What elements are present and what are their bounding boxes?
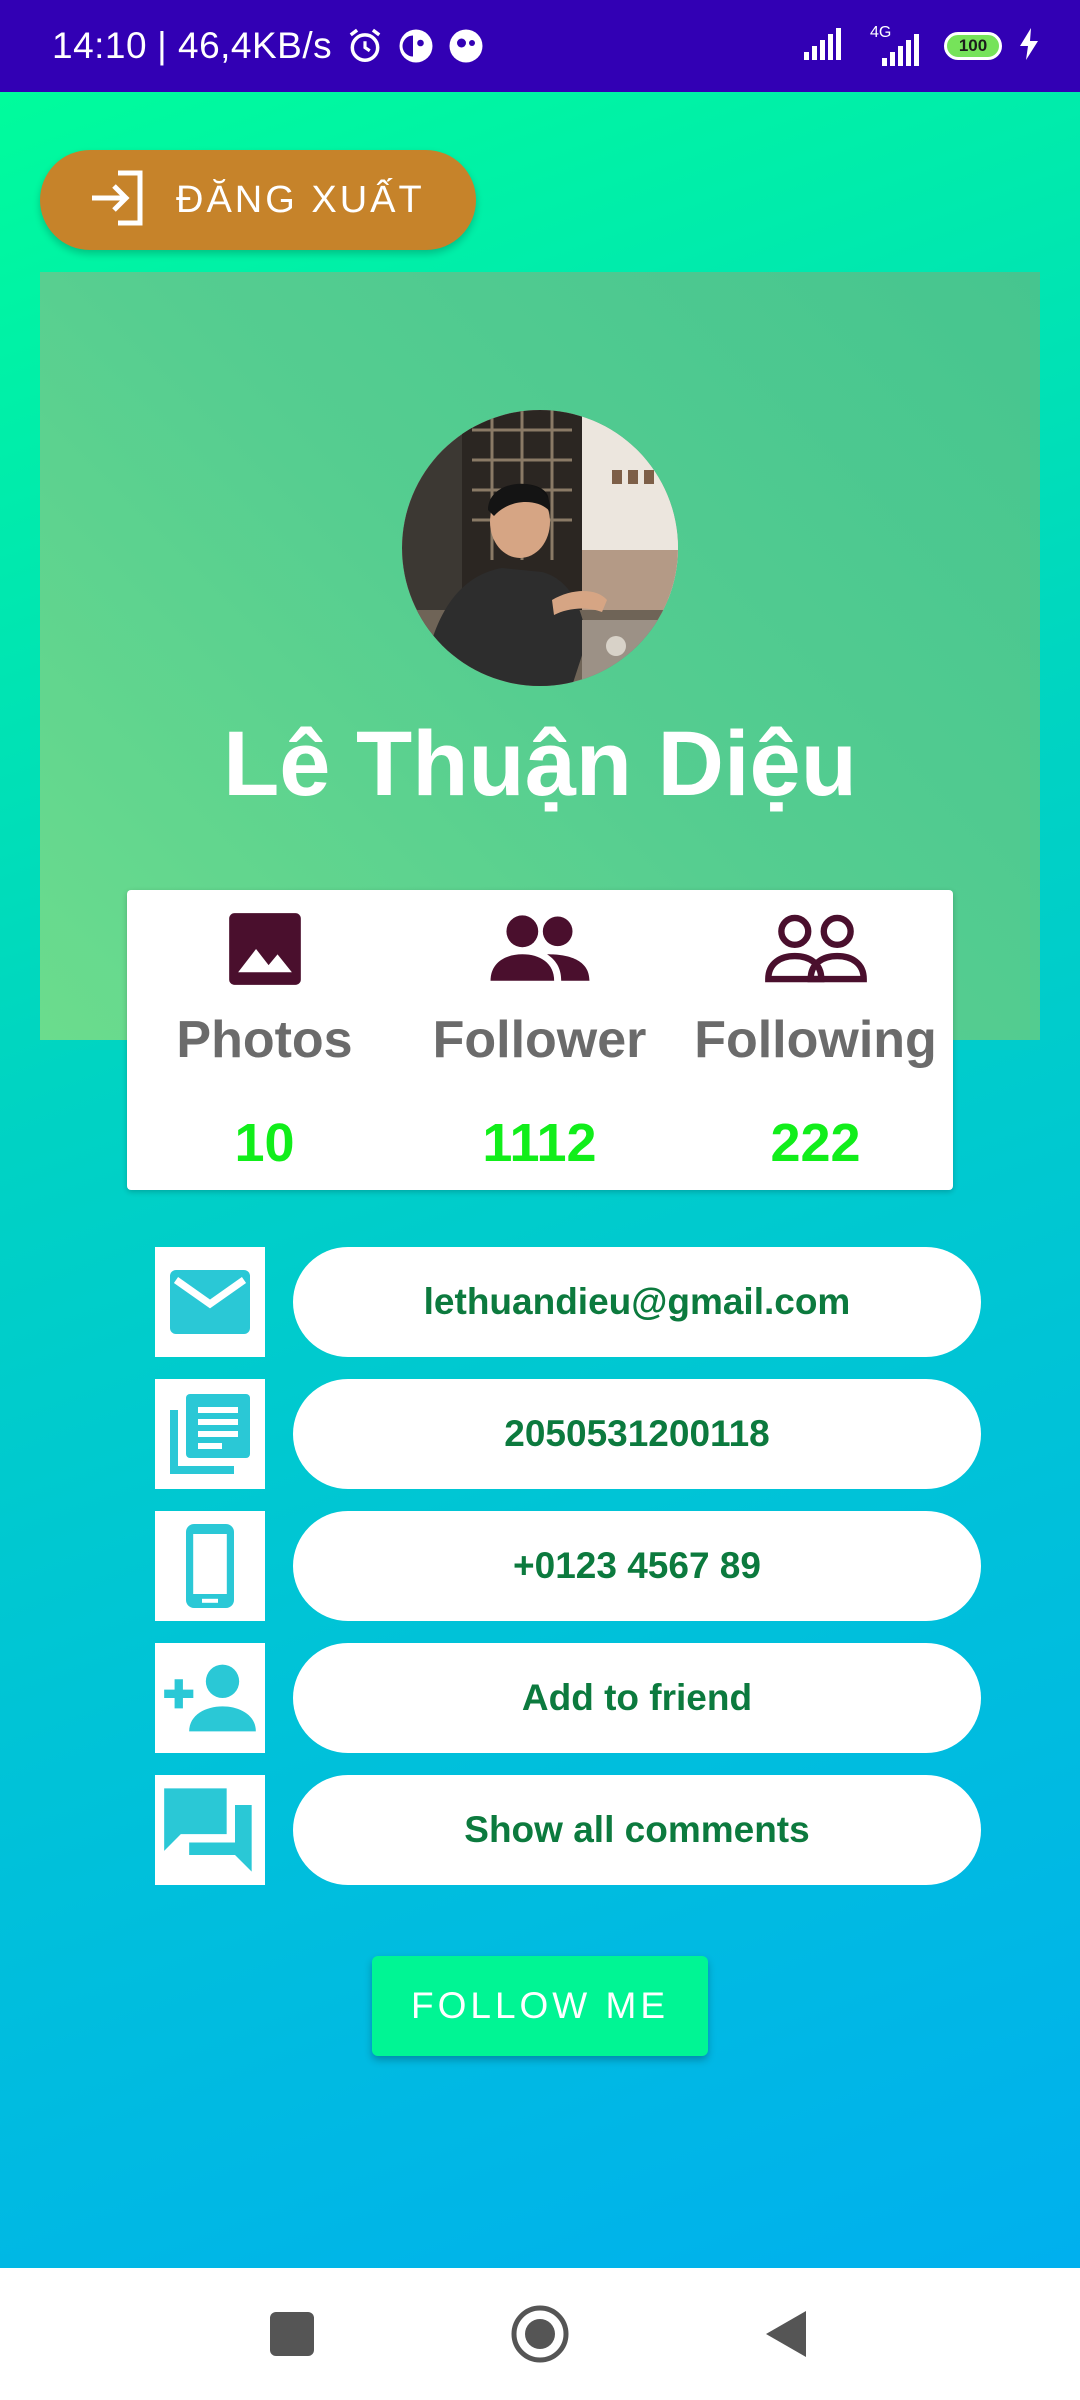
logout-button[interactable]: ĐĂNG XUẤT — [40, 150, 476, 250]
stat-value: 222 — [770, 1113, 861, 1173]
stat-following[interactable]: Following 222 — [678, 890, 953, 1190]
charging-icon — [1018, 27, 1040, 65]
stat-label: Photos — [176, 1011, 353, 1069]
alarm-icon — [346, 27, 384, 65]
network-speed: | 46,4KB/s — [157, 25, 333, 66]
navigation-bar — [0, 2268, 1080, 2400]
phone-field[interactable]: +0123 4567 89 — [293, 1511, 981, 1621]
clock: 14:10 — [52, 25, 148, 66]
app-notification-icon — [448, 28, 484, 64]
mail-icon — [155, 1247, 265, 1357]
forum-icon — [155, 1775, 265, 1885]
stat-photos[interactable]: Photos 10 — [127, 890, 402, 1190]
info-row-email: lethuandieu@gmail.com — [155, 1247, 981, 1357]
signal-4g-icon: 4G — [868, 24, 928, 68]
stats-card: Photos 10 Follower 1112 Following 222 — [127, 890, 953, 1190]
image-icon — [127, 906, 402, 992]
add-friend-button[interactable]: Add to friend — [293, 1643, 981, 1753]
follow-button[interactable]: FOLLOW ME — [372, 1956, 708, 2056]
stat-value: 10 — [234, 1113, 295, 1173]
battery-icon: 100 — [944, 32, 1002, 60]
signal-icon — [804, 27, 852, 65]
stat-follower[interactable]: Follower 1112 — [402, 890, 677, 1190]
profile-screen: ĐĂNG XUẤT Lê Thuận Diệu Photos 10 Follow… — [0, 92, 1080, 2268]
status-left: 14:10 | 46,4KB/s — [52, 0, 484, 92]
app-notification-icon — [398, 28, 434, 64]
stat-value: 1112 — [482, 1113, 597, 1173]
recents-icon[interactable] — [232, 2268, 352, 2400]
group-icon — [402, 906, 677, 992]
email-field[interactable]: lethuandieu@gmail.com — [293, 1247, 981, 1357]
info-row-comments: Show all comments — [155, 1775, 981, 1885]
login-arrow-icon — [88, 169, 148, 232]
home-icon[interactable] — [480, 2268, 600, 2400]
info-row-id: 2050531200118 — [155, 1379, 981, 1489]
group-outline-icon — [678, 906, 953, 992]
person-add-icon — [155, 1643, 265, 1753]
student-id-field[interactable]: 2050531200118 — [293, 1379, 981, 1489]
phone-icon — [155, 1511, 265, 1621]
avatar[interactable] — [402, 410, 678, 686]
library-books-icon — [155, 1379, 265, 1489]
status-bar: 14:10 | 46,4KB/s 4G 100 — [0, 0, 1080, 92]
info-row-phone: +0123 4567 89 — [155, 1511, 981, 1621]
profile-name: Lê Thuận Diệu — [223, 713, 857, 815]
stat-label: Follower — [432, 1011, 647, 1069]
back-icon[interactable] — [726, 2268, 846, 2400]
logout-label: ĐĂNG XUẤT — [176, 178, 425, 221]
status-right: 4G 100 — [804, 0, 1040, 92]
show-comments-button[interactable]: Show all comments — [293, 1775, 981, 1885]
stat-label: Following — [694, 1011, 937, 1069]
info-row-add-friend: Add to friend — [155, 1643, 981, 1753]
